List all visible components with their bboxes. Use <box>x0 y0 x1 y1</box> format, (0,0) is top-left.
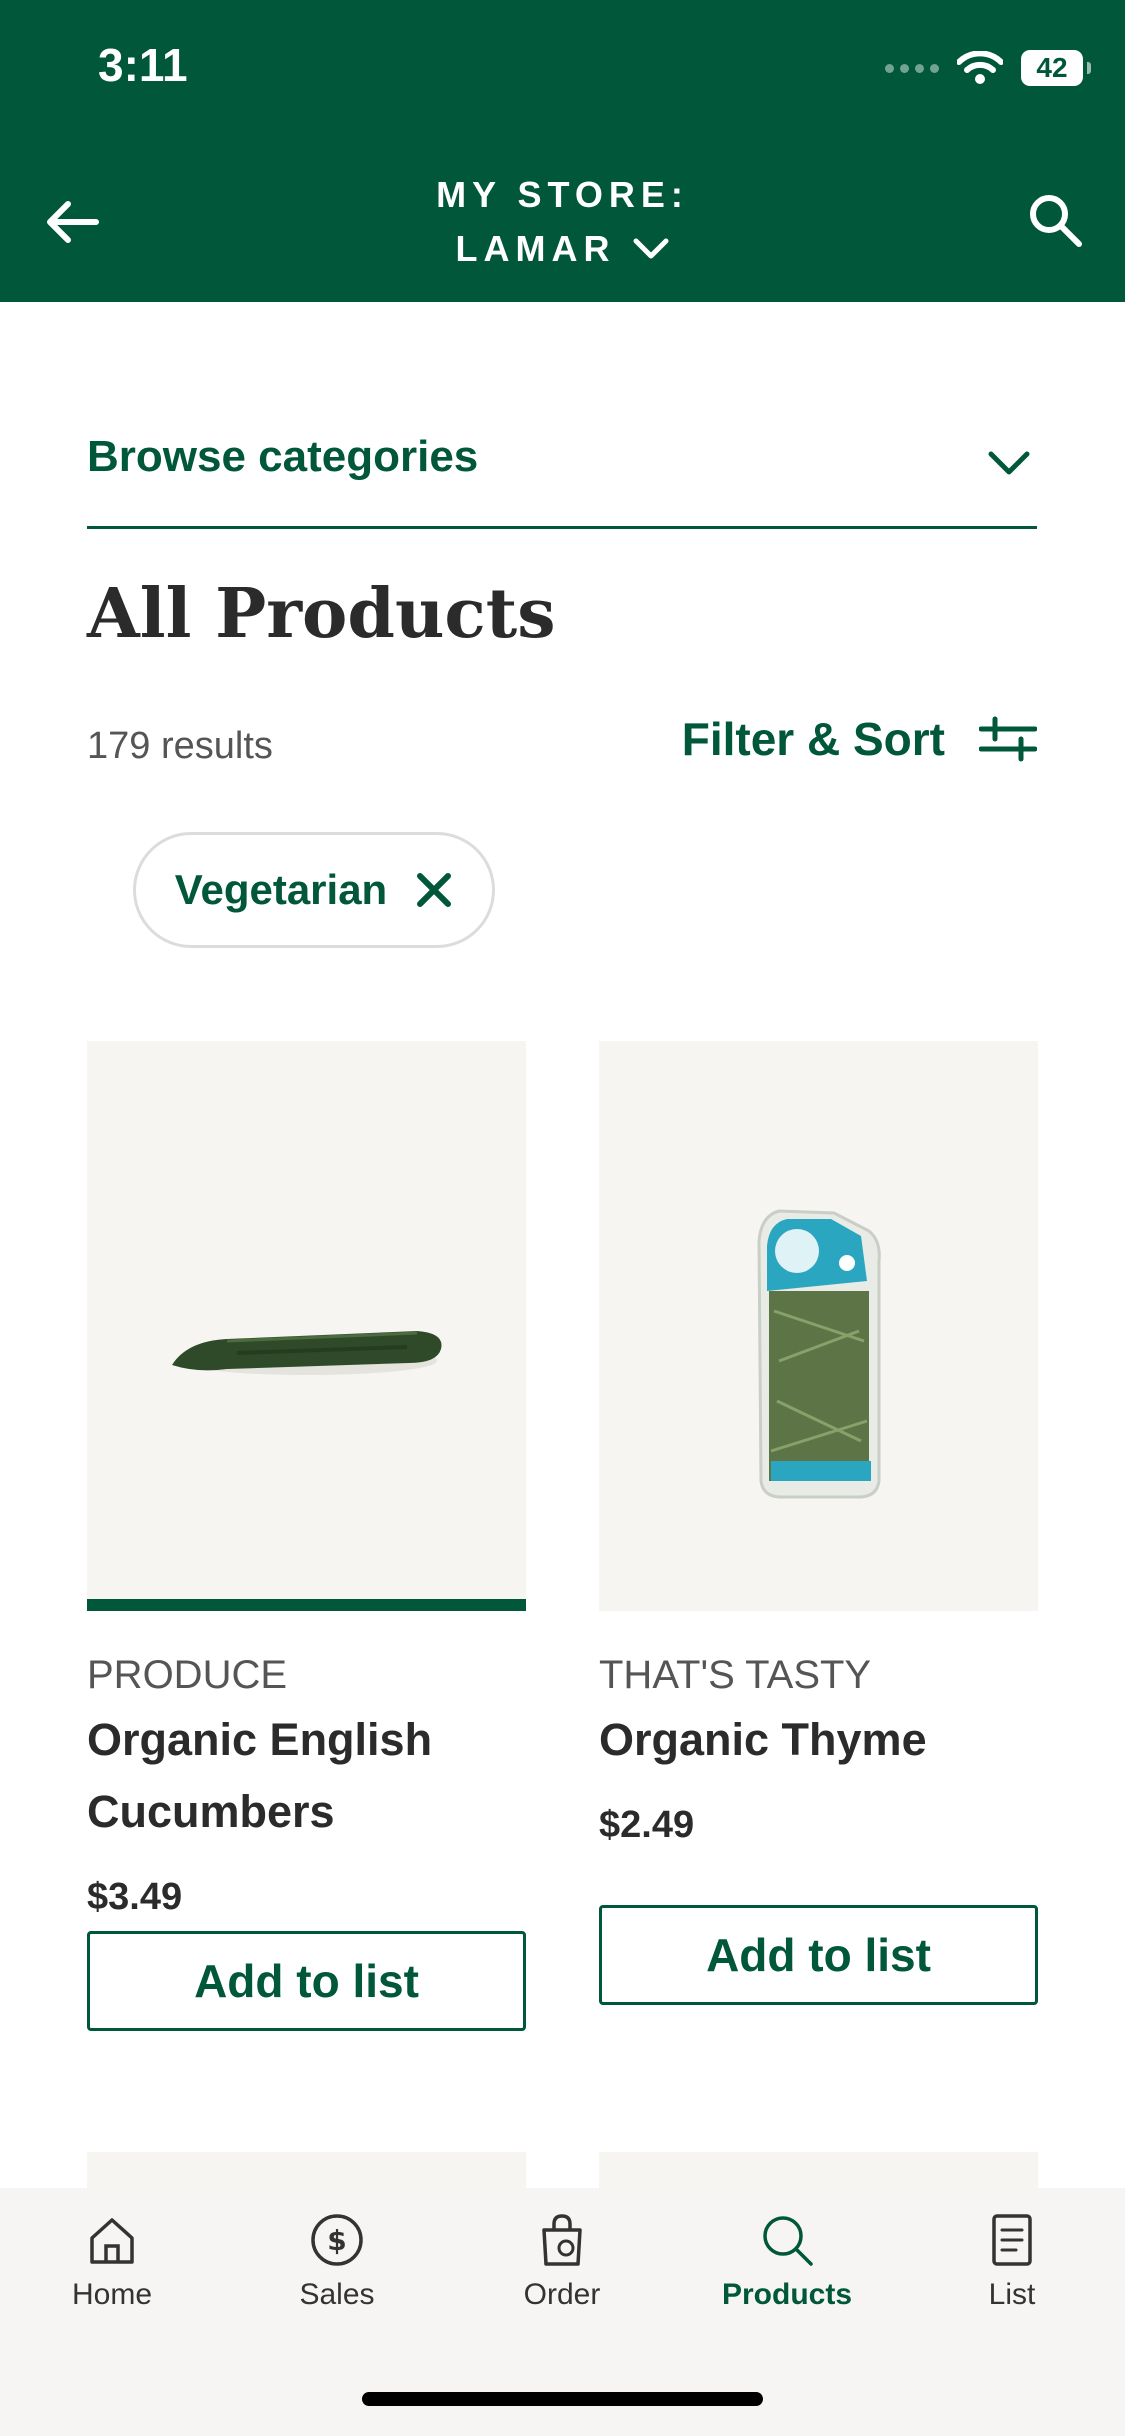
cucumber-image <box>172 1331 442 1375</box>
store-label: MY STORE: <box>436 174 689 215</box>
product-name[interactable]: Organic Thyme <box>599 1704 1038 1776</box>
filter-sort-button[interactable]: Filter & Sort <box>682 712 1037 766</box>
status-time: 3:11 <box>98 39 188 91</box>
filter-chip-vegetarian[interactable]: Vegetarian <box>133 832 495 948</box>
product-name[interactable]: Organic English Cucumbers <box>87 1704 526 1848</box>
tab-order[interactable]: Order <box>462 2212 662 2312</box>
chevron-down-icon <box>633 238 669 259</box>
sliders-icon <box>979 716 1037 762</box>
close-icon[interactable] <box>415 871 453 909</box>
search-icon <box>763 2216 813 2266</box>
tab-home[interactable]: Home <box>12 2212 212 2312</box>
product-image-cucumber[interactable] <box>87 1041 526 1611</box>
cellular-signal-icon <box>885 63 939 73</box>
tab-label: Products <box>721 2278 853 2311</box>
add-to-list-button[interactable]: Add to list <box>599 1905 1038 2005</box>
tab-label: Home <box>71 2278 153 2311</box>
chevron-down-icon <box>988 451 1030 475</box>
browse-categories-label: Browse categories <box>87 432 479 481</box>
dollar-icon: $ <box>311 2214 363 2266</box>
product-price: $3.49 <box>87 1876 183 1918</box>
product-image-thyme[interactable] <box>599 1041 1038 1611</box>
search-icon[interactable] <box>1025 190 1085 250</box>
tab-products[interactable]: Products <box>687 2212 887 2312</box>
battery-indicator: 42 <box>1021 50 1091 86</box>
wifi-icon <box>957 51 1003 84</box>
home-indicator[interactable] <box>362 2392 763 2406</box>
filter-chip-label: Vegetarian <box>174 866 388 913</box>
status-indicators: 42 <box>885 46 1091 90</box>
tab-list[interactable]: List <box>912 2212 1112 2312</box>
shopping-bag-icon <box>542 2214 582 2266</box>
product-brand: THAT'S TASTY <box>599 1653 872 1697</box>
filter-sort-label: Filter & Sort <box>681 713 945 765</box>
tab-label: Order <box>523 2278 601 2311</box>
results-count: 179 results <box>87 725 273 767</box>
list-icon <box>992 2214 1032 2266</box>
tab-label: List <box>988 2278 1036 2311</box>
tab-label: Sales <box>299 2278 375 2311</box>
thyme-package-image <box>757 1209 881 1499</box>
app-header: 3:11 42 MY STORE: LAMAR <box>0 0 1125 302</box>
browse-categories-dropdown[interactable]: Browse categories <box>87 420 1037 529</box>
product-card[interactable]: THAT'S TASTY Organic Thyme $2.49 Add to … <box>599 1041 1038 2005</box>
store-name: LAMAR <box>455 228 616 269</box>
svg-text:$: $ <box>327 2224 346 2257</box>
tab-sales[interactable]: $ Sales <box>237 2212 437 2312</box>
add-to-list-button[interactable]: Add to list <box>87 1931 526 2031</box>
product-price: $2.49 <box>599 1804 695 1846</box>
product-card[interactable]: PRODUCE Organic English Cucumbers $3.49 … <box>87 1041 526 2031</box>
home-icon <box>90 2218 134 2264</box>
page-title: All Products <box>87 574 556 654</box>
product-brand: PRODUCE <box>87 1653 288 1697</box>
store-selector[interactable]: MY STORE: LAMAR <box>0 168 1125 276</box>
